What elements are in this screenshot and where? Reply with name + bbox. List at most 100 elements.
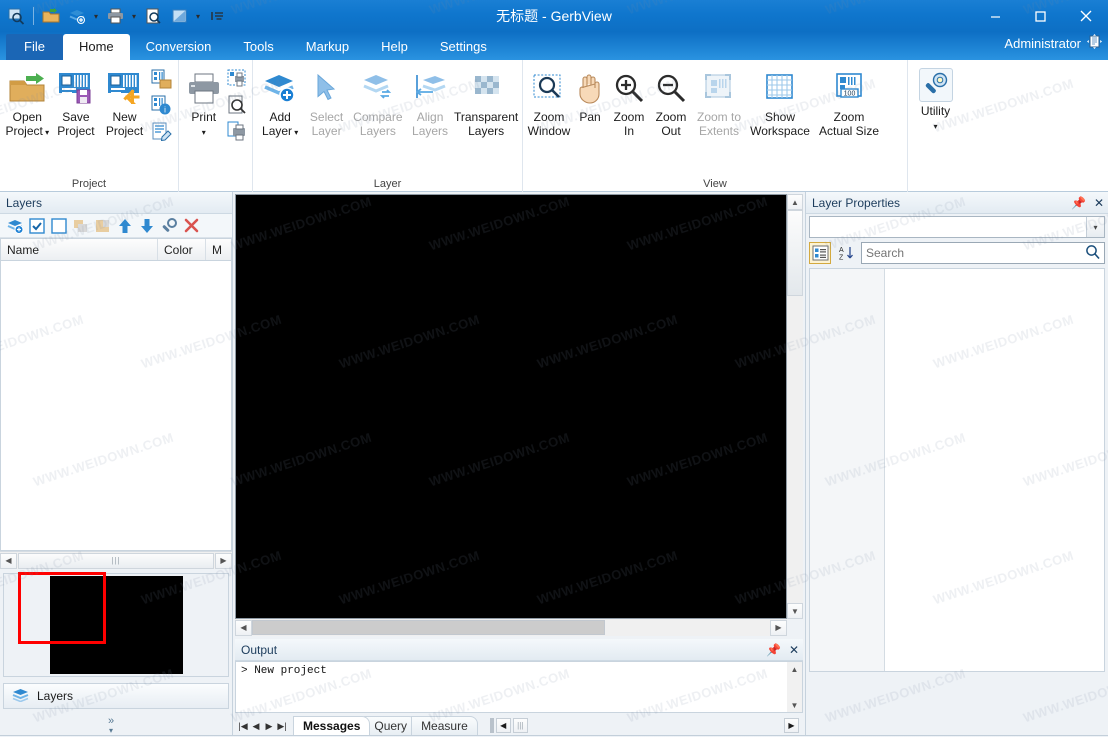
add-layer-button[interactable]: Add Layer ▾: [256, 64, 304, 140]
print-preview-icon[interactable]: [226, 92, 249, 118]
tab-home[interactable]: Home: [62, 34, 130, 60]
canvas-horizontal-scrollbar[interactable]: ◀ ▶: [235, 619, 787, 636]
scroll-right-button[interactable]: ▶: [215, 552, 232, 569]
properties-close-icon[interactable]: ✕: [1094, 196, 1104, 210]
save-project-button[interactable]: Save Project: [52, 64, 101, 138]
new-project-icon: [107, 68, 143, 108]
tab-markup[interactable]: Markup: [290, 34, 365, 60]
scroll-down-button[interactable]: ▼: [787, 603, 803, 619]
show-workspace-label-1: Show: [764, 110, 796, 124]
split-layers-icon[interactable]: [94, 217, 112, 235]
print-label: Print: [191, 110, 217, 124]
tab-scroll-left[interactable]: ◀: [495, 718, 511, 733]
utility-caret[interactable]: ▾: [933, 122, 937, 131]
layer-settings-icon[interactable]: [160, 217, 178, 235]
print-button[interactable]: Print ▾: [182, 64, 226, 140]
print-page-icon[interactable]: [226, 118, 249, 144]
nav-first-button[interactable]: |◀: [237, 721, 249, 732]
merge-layers-icon[interactable]: [72, 217, 90, 235]
project-properties-icon[interactable]: [149, 66, 175, 92]
drawing-canvas[interactable]: [235, 194, 787, 619]
ribbon-display-options-icon[interactable]: [1087, 34, 1102, 52]
properties-pin-icon[interactable]: 📌: [1071, 196, 1086, 210]
project-info-icon[interactable]: i: [149, 92, 175, 118]
print-region-icon[interactable]: [226, 66, 249, 92]
column-header-name[interactable]: Name: [1, 239, 158, 260]
layers-horizontal-scrollbar[interactable]: ◀ ||| ▶: [0, 551, 232, 569]
layer-properties-grid[interactable]: [809, 268, 1105, 672]
vertical-scroll-track[interactable]: [787, 296, 803, 603]
layers-grid-body[interactable]: [1, 261, 231, 550]
column-header-m[interactable]: M: [206, 239, 231, 260]
check-all-icon[interactable]: [28, 217, 46, 235]
zoom-in-button[interactable]: Zoom In: [608, 64, 650, 138]
layer-select-combobox[interactable]: ▾: [809, 216, 1105, 238]
show-workspace-button[interactable]: Show Workspace: [746, 64, 814, 138]
move-down-icon[interactable]: [138, 217, 156, 235]
move-up-icon[interactable]: [116, 217, 134, 235]
new-project-button[interactable]: New Project: [100, 64, 149, 138]
properties-search-box[interactable]: [861, 242, 1105, 264]
project-notes-icon[interactable]: [149, 118, 175, 144]
output-pin-icon[interactable]: 📌: [766, 643, 781, 657]
search-icon[interactable]: [1085, 244, 1100, 262]
open-project-button[interactable]: Open Project ▾: [3, 64, 52, 140]
canvas-scroll-right-button[interactable]: ▶: [770, 619, 787, 636]
dock-expand-chevron[interactable]: » ▾: [0, 709, 232, 736]
zoom-actual-size-button[interactable]: 100 Zoom Actual Size: [814, 64, 884, 138]
scroll-up-button[interactable]: ▲: [787, 194, 803, 210]
tab-file[interactable]: File: [6, 34, 63, 60]
tab-scroll-right[interactable]: ▶: [784, 718, 799, 733]
output-scrollbar[interactable]: ▲ ▼: [787, 662, 802, 712]
transparent-layers-button[interactable]: Transparent Layers: [453, 64, 519, 138]
tab-scroll-thumb[interactable]: |||: [512, 718, 528, 733]
layer-preview-thumbnail[interactable]: [3, 572, 229, 677]
nav-last-button[interactable]: ▶|: [276, 721, 288, 732]
add-layer-caret[interactable]: ▾: [292, 128, 298, 137]
layers-dock-tab[interactable]: Layers: [3, 683, 229, 709]
nav-prev-button[interactable]: ◀: [250, 721, 262, 732]
zoom-window-button[interactable]: Zoom Window: [526, 64, 572, 138]
tab-settings[interactable]: Settings: [424, 34, 503, 60]
nav-next-button[interactable]: ▶: [263, 721, 275, 732]
zoom-out-button[interactable]: Zoom Out: [650, 64, 692, 138]
utility-button[interactable]: Utility ▾: [911, 64, 960, 134]
preview-viewport-indicator[interactable]: [17, 572, 106, 644]
output-close-icon[interactable]: ✕: [789, 643, 799, 657]
close-button[interactable]: [1063, 0, 1108, 32]
tab-tools[interactable]: Tools: [227, 34, 289, 60]
canvas-scroll-left-button[interactable]: ◀: [235, 619, 252, 636]
minimize-button[interactable]: [973, 0, 1018, 32]
layer-properties-toolbar: AZ: [809, 240, 1105, 266]
user-label: Administrator: [1004, 35, 1081, 51]
uncheck-all-icon[interactable]: [50, 217, 68, 235]
output-tab-query[interactable]: Query: [364, 716, 418, 735]
pan-button[interactable]: Pan: [572, 64, 608, 124]
canvas-vertical-scrollbar[interactable]: ▲ ▼: [787, 194, 803, 619]
column-header-color[interactable]: Color: [158, 239, 206, 260]
zoom-in-label-2: In: [623, 124, 634, 138]
output-text[interactable]: > New project: [236, 662, 787, 712]
categorized-view-icon[interactable]: [809, 242, 831, 264]
delete-layer-icon[interactable]: [182, 217, 200, 235]
maximize-button[interactable]: [1018, 0, 1063, 32]
tab-help[interactable]: Help: [365, 34, 424, 60]
ribbon-group-layer: Add Layer ▾ Select Layer Compare Layers …: [252, 60, 522, 192]
print-caret[interactable]: ▾: [202, 128, 206, 137]
alphabetical-sort-icon[interactable]: AZ: [835, 242, 857, 264]
scroll-thumb[interactable]: |||: [18, 552, 214, 569]
open-project-caret[interactable]: ▾: [43, 128, 49, 137]
output-tab-messages[interactable]: Messages: [293, 716, 371, 735]
chevron-down-icon[interactable]: ▾: [1086, 217, 1104, 237]
output-tabstrip: |◀ ◀ ▶ ▶| Messages Query Measure ◀ ||| ▶: [235, 713, 803, 735]
output-tab-measure[interactable]: Measure: [411, 716, 478, 735]
zoom-extents-button: Zoom to Extents: [692, 64, 746, 138]
scroll-left-button[interactable]: ◀: [0, 552, 17, 569]
tab-conversion[interactable]: Conversion: [130, 34, 228, 60]
horizontal-scroll-thumb[interactable]: [252, 620, 605, 635]
add-layer-icon[interactable]: [6, 217, 24, 235]
output-scroll-down[interactable]: ▼: [787, 698, 802, 712]
output-scroll-up[interactable]: ▲: [787, 662, 802, 676]
vertical-scroll-thumb[interactable]: [787, 210, 803, 296]
search-input[interactable]: [866, 246, 1085, 260]
